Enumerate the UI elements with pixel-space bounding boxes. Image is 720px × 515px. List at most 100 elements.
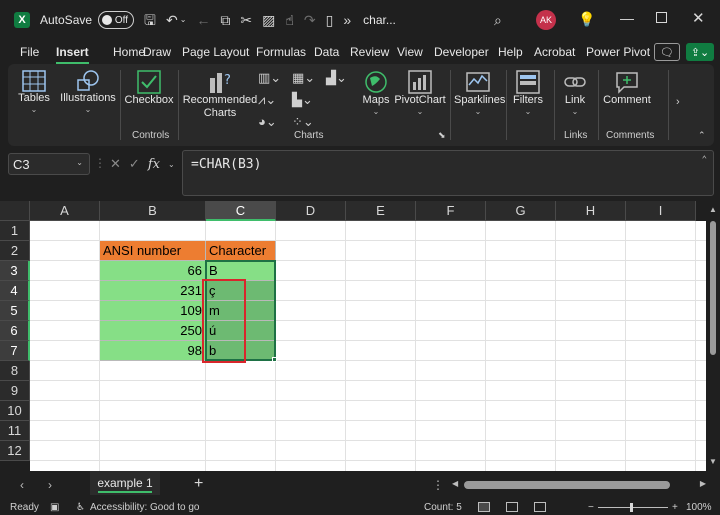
tab-acrobat[interactable]: Acrobat [534,45,575,59]
repeat-icon[interactable]: ↷ [304,13,316,27]
more-commands-icon[interactable]: » [343,13,351,27]
chevron-down-icon[interactable]: ⌄ [168,160,175,169]
row-header-8[interactable]: 8 [0,361,30,381]
comment-button[interactable]: Comment [602,70,652,107]
column-header-d[interactable]: D [276,201,346,221]
tab-next-icon[interactable]: › [48,478,52,492]
line-chart-icon[interactable]: ⩘⌄ [258,92,276,108]
redo-icon[interactable]: ← [196,13,210,27]
dialog-launcher-icon[interactable]: ⬊ [438,130,446,141]
row-header-9[interactable]: 9 [0,381,30,401]
row-header-6[interactable]: 6 [0,321,30,341]
image-icon[interactable]: ▨ [262,13,275,27]
hierarchy-chart-icon[interactable]: ▦⌄ [292,70,315,86]
scroll-thumb[interactable] [464,481,670,489]
split-handle-icon[interactable]: ⋮ [432,478,444,492]
scroll-right-icon[interactable]: ▶ [700,479,706,488]
tab-power-pivot[interactable]: Power Pivot [586,45,650,59]
column-header-a[interactable]: A [30,201,100,221]
vertical-scrollbar[interactable]: ▲ ▼ [706,201,720,471]
tab-file[interactable]: File [20,45,39,59]
checkbox-button[interactable]: Checkbox [124,70,174,107]
tab-home[interactable]: Home [113,45,145,59]
undo-dropdown-icon[interactable]: ⌄ [180,16,187,24]
scroll-left-icon[interactable]: ◀ [452,479,458,488]
save-icon[interactable]: 🖫 [144,13,156,27]
tab-draw[interactable]: Draw [143,45,171,59]
page-layout-view-icon[interactable] [506,502,518,512]
zoom-out-button[interactable]: − [588,502,594,513]
autosave-toggle[interactable]: Off [98,11,135,29]
column-chart-icon[interactable]: ▥⌄ [258,70,281,86]
cell-ansi-value[interactable]: 250 [100,321,206,341]
header-cell-ansi[interactable]: ANSI number [100,241,206,261]
lightbulb-icon[interactable]: 💡 [578,11,595,28]
zoom-level[interactable]: 100% [686,502,712,513]
zoom-in-button[interactable]: + [672,502,678,513]
cell-ansi-value[interactable]: 109 [100,301,206,321]
tab-help[interactable]: Help [498,45,523,59]
header-cell-character[interactable]: Character [206,241,276,261]
chevron-up-icon[interactable]: ⌃ [702,155,707,165]
maps-button[interactable]: Maps ⌄ [358,70,394,116]
column-header-e[interactable]: E [346,201,416,221]
undo-icon[interactable]: ↶ [166,13,178,27]
page-break-view-icon[interactable] [534,502,546,512]
scroll-up-icon[interactable]: ▲ [709,205,717,214]
waterfall-chart-icon[interactable]: ▟⌄ [326,70,347,86]
horizontal-scrollbar[interactable]: ◀ ▶ [450,479,708,491]
column-header-c[interactable]: C [206,201,276,221]
tab-formulas[interactable]: Formulas [256,45,306,59]
accessibility-icon[interactable]: ♿ [76,502,85,513]
select-all-button[interactable] [0,201,30,221]
row-header-4[interactable]: 4 [0,281,30,301]
add-sheet-button[interactable]: + [194,475,203,493]
link-button[interactable]: Link ⌄ [558,70,592,116]
row-header-5[interactable]: 5 [0,301,30,321]
insert-function-button[interactable]: fx [148,157,160,172]
column-header-h[interactable]: H [556,201,626,221]
scroll-down-icon[interactable]: ▼ [709,457,717,466]
tab-developer[interactable]: Developer [434,45,489,59]
cell-ansi-value[interactable]: 66 [100,261,206,281]
fill-handle[interactable] [272,357,277,362]
scroll-thumb[interactable] [710,221,716,355]
row-header-11[interactable]: 11 [0,421,30,441]
column-header-g[interactable]: G [486,201,556,221]
tab-insert[interactable]: Insert [56,45,89,64]
sheet-tab-example-1[interactable]: example 1 [90,471,160,495]
ribbon-scroll-right-icon[interactable]: › [676,96,680,108]
tab-prev-icon[interactable]: ‹ [20,478,24,492]
cell-ansi-value[interactable]: 98 [100,341,206,361]
column-header-i[interactable]: I [626,201,696,221]
tab-data[interactable]: Data [314,45,339,59]
row-header-2[interactable]: 2 [0,241,30,261]
tab-view[interactable]: View [397,45,423,59]
close-icon[interactable]: ✕ [692,9,705,27]
share-button[interactable]: ⇪⌄ [686,43,714,61]
cell-ansi-value[interactable]: 231 [100,281,206,301]
row-header-3[interactable]: 3 [0,261,30,281]
formula-input[interactable]: =CHAR(B3) ⌃ [182,150,714,196]
name-box[interactable]: C3 ⌄ [8,153,90,175]
avatar[interactable]: AK [536,10,556,30]
accessibility-status[interactable]: Accessibility: Good to go [90,502,200,513]
pie-chart-icon[interactable]: ◕⌄ [258,114,277,130]
statistic-chart-icon[interactable]: ▙⌄ [292,92,313,108]
tab-review[interactable]: Review [350,45,389,59]
sparklines-button[interactable]: Sparklines ⌄ [454,70,505,116]
zoom-slider-knob[interactable] [630,503,633,512]
macro-record-icon[interactable]: ▣ [50,502,59,513]
search-icon[interactable]: ⌕ [494,12,502,29]
row-header-10[interactable]: 10 [0,401,30,421]
maximize-icon[interactable] [656,12,667,23]
zoom-slider-track[interactable] [598,507,668,508]
file-name[interactable]: char... [363,13,396,27]
minimize-icon[interactable]: — [620,10,634,26]
cut-icon[interactable]: ✂ [240,13,252,27]
normal-view-icon[interactable] [478,502,490,512]
row-header-1[interactable]: 1 [0,221,30,241]
touch-mode-icon[interactable]: ☝ [285,13,294,27]
enter-icon[interactable]: ✓ [129,156,140,172]
tables-button[interactable]: Tables ⌄ [16,70,52,114]
